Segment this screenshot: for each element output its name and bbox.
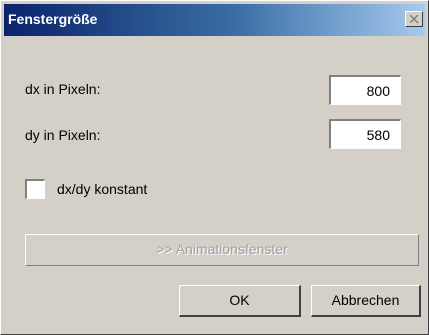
constant-checkbox[interactable] [25,179,45,199]
window-title: Fenstergröße [8,11,98,27]
dx-input[interactable]: 800 [329,75,401,105]
title-bar[interactable]: Fenstergröße [4,4,425,36]
close-icon [410,15,419,23]
close-button[interactable] [405,11,423,27]
constant-label[interactable]: dx/dy konstant [57,181,147,197]
dy-input[interactable]: 580 [329,119,401,149]
animation-window-button[interactable]: >> Animationsfenster [25,234,419,266]
cancel-button[interactable]: Abbrechen [311,285,421,317]
dy-label: dy in Pixeln: [25,127,101,143]
ok-button[interactable]: OK [179,285,301,317]
dialog-window: Fenstergröße dx in Pixeln: 800 dy in Pix… [0,0,429,335]
dx-label: dx in Pixeln: [25,81,101,97]
